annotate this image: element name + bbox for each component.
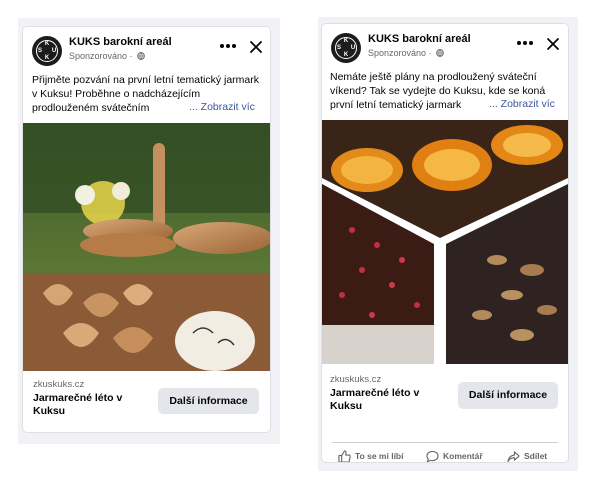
- page-name[interactable]: KUKS barokní areál: [69, 36, 172, 48]
- share-label: Sdílet: [524, 450, 548, 461]
- sponsored-label: Sponzorováno ·: [69, 51, 145, 61]
- comment-icon: [426, 450, 439, 462]
- ad-card: K S U K KUKS barokní areál Sponzorováno …: [23, 27, 270, 432]
- share-icon: [507, 451, 520, 462]
- link-headline[interactable]: Jarmarečné léto v Kuksu: [33, 392, 143, 418]
- page-avatar[interactable]: K S U K: [32, 36, 62, 66]
- post-actions-bar: To se mi líbí Komentář Sdílet: [332, 442, 558, 462]
- sponsored-text: Sponzorováno ·: [69, 51, 133, 61]
- ad-image[interactable]: [23, 123, 270, 371]
- globe-icon: [436, 49, 444, 57]
- like-label: To se mi líbí: [355, 450, 404, 461]
- learn-more-button[interactable]: Další informace: [158, 388, 259, 414]
- page-avatar[interactable]: K S U K: [331, 33, 361, 63]
- thumbs-up-icon: [338, 450, 351, 462]
- market-photo: [23, 123, 270, 371]
- logo-letter: K: [44, 55, 50, 61]
- sponsored-label: Sponzorováno ·: [368, 48, 444, 58]
- see-more-link[interactable]: ... Zobrazit víc: [186, 101, 255, 113]
- link-domain: zkuskuks.cz: [330, 374, 382, 385]
- see-more-link[interactable]: ... Zobrazit víc: [486, 98, 555, 110]
- logo-letter: K: [343, 52, 349, 58]
- globe-icon: [137, 52, 145, 60]
- sponsored-text: Sponzorováno ·: [368, 48, 432, 58]
- like-button[interactable]: To se mi líbí: [338, 450, 404, 462]
- share-button[interactable]: Sdílet: [507, 450, 547, 462]
- ad-card: K S U K KUKS barokní areál Sponzorováno …: [322, 24, 568, 462]
- chocolate-collage-photo: [322, 120, 568, 364]
- more-options-icon[interactable]: [516, 38, 534, 48]
- link-headline[interactable]: Jarmarečné léto v Kuksu: [330, 387, 440, 413]
- ad-header: K S U K KUKS barokní areál Sponzorováno …: [23, 27, 270, 69]
- close-icon[interactable]: [249, 40, 263, 54]
- learn-more-button[interactable]: Další informace: [458, 382, 558, 409]
- ad-image[interactable]: [322, 120, 568, 364]
- more-options-icon[interactable]: [219, 41, 237, 51]
- page-name[interactable]: KUKS barokní areál: [368, 33, 471, 45]
- close-icon[interactable]: [546, 37, 560, 51]
- comment-label: Komentář: [443, 450, 483, 461]
- ad-header: K S U K KUKS barokní areál Sponzorováno …: [322, 24, 568, 66]
- link-domain: zkuskuks.cz: [33, 379, 85, 390]
- comment-button[interactable]: Komentář: [426, 450, 483, 462]
